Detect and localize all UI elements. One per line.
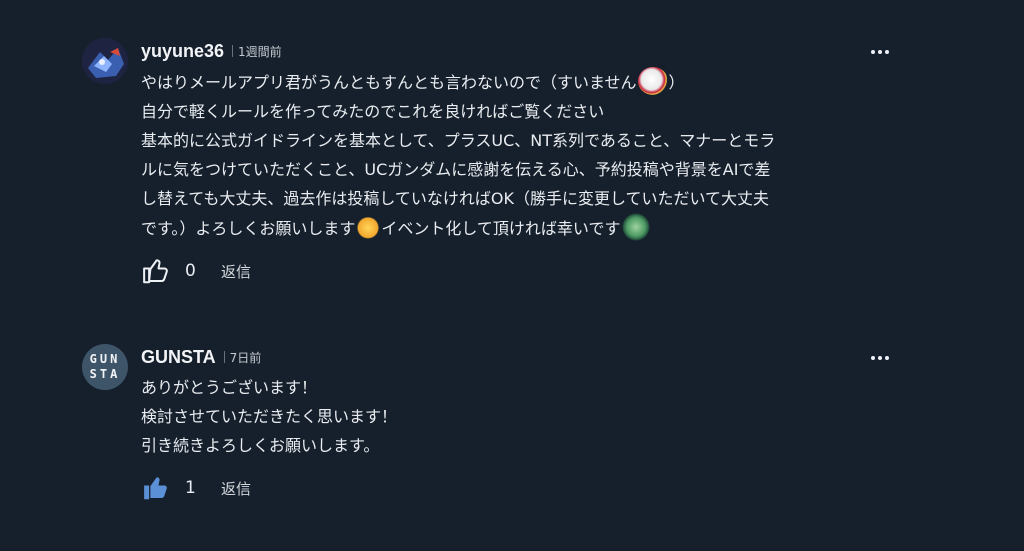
more-horizontal-icon: [885, 50, 889, 54]
comment-line-text: イベント化して頂ければ幸いです: [381, 219, 621, 238]
thumbs-up-filled-icon[interactable]: [141, 473, 171, 503]
comment-line: 自分で軽くルールを作ってみたのでこれを良ければご覧ください: [141, 102, 605, 121]
comment-line: やはりメールアプリ君がうんともすんとも言わないので（すいません ）: [141, 67, 841, 97]
comment-timestamp[interactable]: 1週間前: [238, 43, 282, 60]
comment-actions: 1 返信: [141, 473, 841, 503]
comment-line-text: です。）よろしくお願いします: [141, 219, 356, 238]
like-count: 0: [185, 261, 196, 281]
more-horizontal-icon: [871, 356, 875, 360]
more-horizontal-icon: [885, 356, 889, 360]
comment-text: やはりメールアプリ君がうんともすんとも言わないので（すいません ） 自分で軽くルー…: [141, 67, 841, 243]
reply-button[interactable]: 返信: [221, 478, 251, 499]
like-count: 1: [185, 478, 196, 498]
more-horizontal-icon: [871, 50, 875, 54]
comment-line: 検討させていただきたく思います！: [141, 407, 398, 426]
avatar-image: [82, 38, 128, 84]
avatar-text: GUN: [89, 352, 121, 366]
green-mobile-suit-emoji-icon: [621, 213, 652, 241]
comment-body: GUNSTA 7日前 ありがとうございます！ 検討させていただきたく思います！ …: [141, 344, 841, 503]
comment-line: 引き続きよろしくお願いします。: [141, 436, 380, 455]
reply-button[interactable]: 返信: [221, 261, 251, 282]
avatar-text: STA: [89, 367, 121, 381]
comment-author[interactable]: yuyune36: [141, 41, 224, 62]
comment-timestamp[interactable]: 7日前: [230, 349, 262, 366]
comment-body: yuyune36 1週間前 やはりメールアプリ君がうんともすんとも言わないので（…: [141, 38, 841, 286]
avatar[interactable]: [82, 38, 128, 84]
comment-header: GUNSTA 7日前: [141, 344, 841, 370]
comment-header: yuyune36 1週間前: [141, 38, 841, 64]
bowing-person-emoji-icon: [356, 217, 381, 241]
thumbs-up-outline-icon[interactable]: [141, 256, 171, 286]
comment-actions: 0 返信: [141, 256, 841, 286]
divider: [223, 351, 225, 363]
comment-author[interactable]: GUNSTA: [141, 347, 216, 368]
white-mobile-suit-emoji-icon: [637, 67, 668, 95]
more-horizontal-icon: [878, 356, 882, 360]
comment-line-text: ）: [668, 73, 685, 92]
more-options-button[interactable]: [868, 350, 892, 366]
comment-line: ルに気をつけていただくこと、UCガンダムに感謝を伝える心、予約投稿や背景をAIで…: [141, 160, 771, 179]
comment-line-text: やはりメールアプリ君がうんともすんとも言わないので（すいません: [141, 73, 637, 92]
comment-line: ありがとうございます！: [141, 378, 318, 397]
comment-text: ありがとうございます！ 検討させていただきたく思います！ 引き続きよろしくお願い…: [141, 373, 841, 460]
comment-line: 基本的に公式ガイドラインを基本として、プラスUC、NT系列であること、マナーとモ…: [141, 131, 776, 150]
comment-line: し替えても大丈夫、過去作は投稿していなければOK（勝手に変更していただいて大丈夫: [141, 189, 770, 208]
divider: [232, 45, 234, 57]
more-options-button[interactable]: [868, 44, 892, 60]
avatar[interactable]: GUN STA: [82, 344, 128, 390]
comment-line: です。）よろしくお願いします イベント化して頂ければ幸いです: [141, 213, 841, 243]
more-horizontal-icon: [878, 50, 882, 54]
